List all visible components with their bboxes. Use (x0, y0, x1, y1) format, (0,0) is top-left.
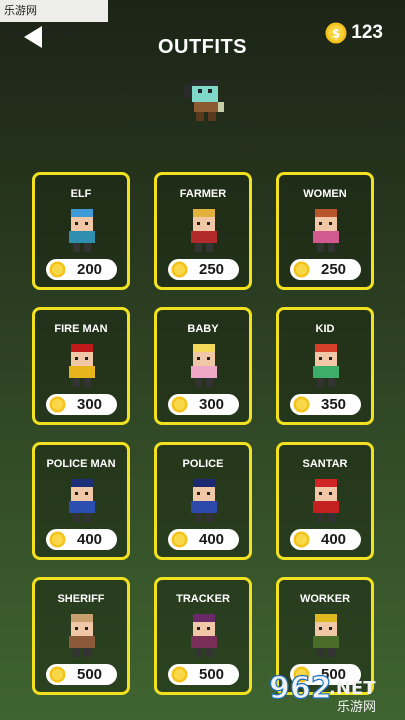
price-amount: 300 (198, 396, 225, 413)
coin-icon (171, 531, 188, 548)
outfit-name: SANTAR (302, 458, 348, 470)
svg-text:乐游网: 乐游网 (337, 700, 376, 714)
outfit-name: BABY (187, 323, 219, 335)
outfit-character-icon (69, 209, 95, 252)
outfit-grid: ELF 200 FARMER 250 WOMEN 250 FIRE MAN 300 BABY 30… (32, 172, 374, 695)
coin-icon (293, 531, 310, 548)
coin-icon (171, 261, 188, 278)
outfit-card[interactable]: ELF 200 (32, 172, 130, 290)
outfit-character-icon (191, 479, 217, 522)
outfit-name: FIRE MAN (54, 323, 108, 335)
outfit-character-icon (191, 614, 217, 657)
outfit-character-icon (313, 344, 339, 387)
outfit-character-icon (313, 479, 339, 522)
outfit-name: WOMEN (303, 188, 347, 200)
svg-text:.NET: .NET (329, 678, 376, 699)
outfit-name: ELF (70, 188, 92, 200)
outfit-card[interactable]: FARMER 250 (154, 172, 252, 290)
outfit-card[interactable]: SANTAR 400 (276, 442, 374, 560)
outfit-character-icon (313, 209, 339, 252)
outfit-card[interactable]: FIRE MAN 300 (32, 307, 130, 425)
current-character-preview (184, 80, 224, 121)
outfit-name: WORKER (299, 593, 351, 605)
coin-icon (49, 396, 66, 413)
price-amount: 250 (198, 261, 225, 278)
outfit-card[interactable]: POLICE MAN 400 (32, 442, 130, 560)
price-tag: 400 (290, 529, 361, 550)
outfit-character-icon (69, 344, 95, 387)
price-amount: 500 (76, 666, 103, 683)
price-tag: 200 (46, 259, 117, 280)
coin-icon (49, 261, 66, 278)
outfit-name: FARMER (179, 188, 227, 200)
price-tag: 300 (46, 394, 117, 415)
price-tag: 400 (46, 529, 117, 550)
outfit-card[interactable]: POLICE 400 (154, 442, 252, 560)
coin-balance-amount: 123 (351, 22, 383, 43)
outfit-card[interactable]: TRACKER 500 (154, 577, 252, 695)
watermark-962-logo: 962 .NET 乐游网 (268, 670, 376, 714)
coin-balance: $ 123 (325, 22, 383, 44)
price-tag: 350 (290, 394, 361, 415)
outfit-card[interactable]: BABY 300 (154, 307, 252, 425)
price-amount: 400 (76, 531, 103, 548)
price-tag: 300 (168, 394, 239, 415)
price-amount: 200 (76, 261, 103, 278)
price-amount: 400 (198, 531, 225, 548)
price-amount: 250 (320, 261, 347, 278)
price-amount: 300 (76, 396, 103, 413)
outfit-name: POLICE MAN (46, 458, 116, 470)
coin-icon: $ (325, 22, 347, 44)
price-tag: 250 (168, 259, 239, 280)
svg-text:$: $ (332, 27, 340, 41)
coin-icon (293, 261, 310, 278)
outfit-card[interactable]: SHERIFF 500 (32, 577, 130, 695)
coin-icon (49, 531, 66, 548)
outfit-character-icon (69, 479, 95, 522)
coin-icon (49, 666, 66, 683)
price-tag: 500 (168, 664, 239, 685)
outfit-name: SHERIFF (57, 593, 105, 605)
watermark-site-label: 乐游网 www.962.net (0, 0, 108, 39)
outfit-name: TRACKER (176, 593, 230, 605)
outfit-character-icon (313, 614, 339, 657)
price-amount: 500 (198, 666, 225, 683)
outfit-character-icon (191, 344, 217, 387)
price-amount: 400 (320, 531, 347, 548)
price-tag: 400 (168, 529, 239, 550)
coin-icon (171, 666, 188, 683)
outfit-name: KID (315, 323, 335, 335)
outfit-card[interactable]: KID 350 (276, 307, 374, 425)
price-tag: 250 (290, 259, 361, 280)
price-amount: 350 (320, 396, 347, 413)
coin-icon (171, 396, 188, 413)
outfit-character-icon (191, 209, 217, 252)
svg-text:962: 962 (269, 671, 332, 706)
outfit-card[interactable]: WOMEN 250 (276, 172, 374, 290)
coin-icon (293, 396, 310, 413)
price-tag: 500 (46, 664, 117, 685)
outfit-name: POLICE (182, 458, 224, 470)
outfit-character-icon (69, 614, 95, 657)
